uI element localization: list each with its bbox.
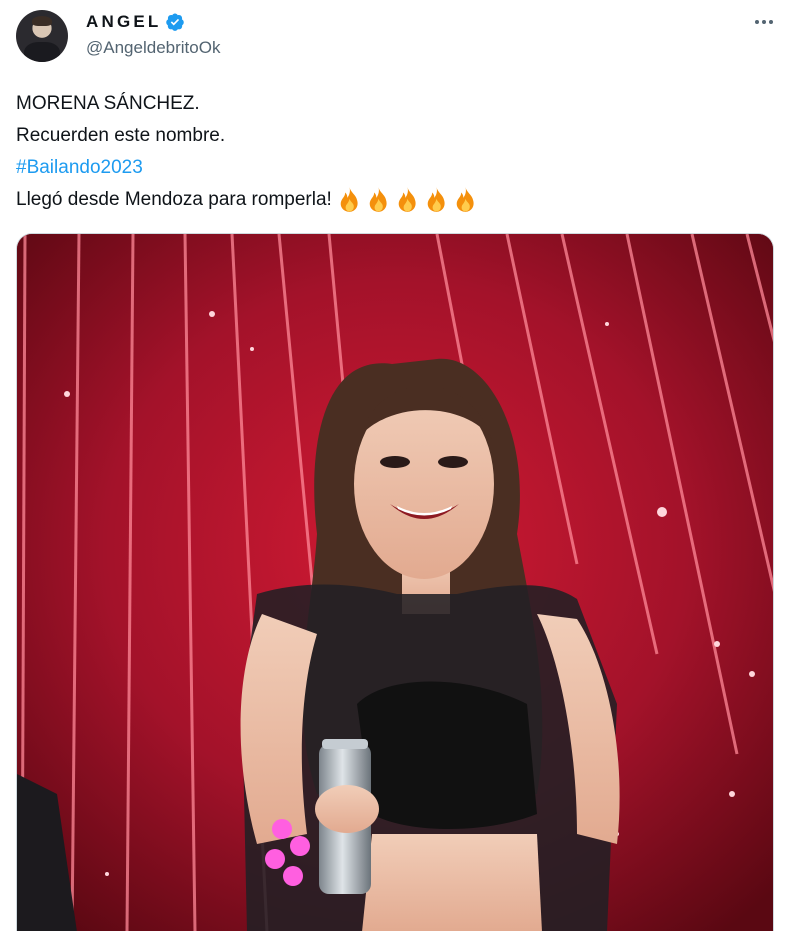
tweet-text: MORENA SÁNCHEZ. Recuerden este nombre. #…: [16, 88, 756, 216]
fire-icon: [427, 187, 445, 212]
fire-icon: [398, 187, 416, 212]
more-dot-icon: [762, 20, 766, 24]
hashtag-link[interactable]: #Bailando2023: [16, 152, 756, 184]
fire-icon: [340, 187, 358, 212]
avatar[interactable]: [16, 10, 68, 62]
tweet-photo[interactable]: [16, 233, 774, 931]
verified-badge-icon: [165, 13, 184, 31]
more-options-button[interactable]: [750, 12, 778, 32]
photo-scene: [17, 234, 773, 931]
tweet-line-with-emoji: Llegó desde Mendoza para romperla!: [16, 184, 756, 216]
more-dot-icon: [755, 20, 759, 24]
more-dot-icon: [769, 20, 773, 24]
author-handle[interactable]: @AngeldebritoOk: [86, 38, 220, 58]
emoji-group: [336, 186, 479, 214]
tweet: ANGEL @AngeldebritoOk MORENA SÁNCHEZ. Re…: [0, 0, 790, 931]
fire-icon: [456, 187, 474, 212]
tweet-line: Recuerden este nombre.: [16, 125, 226, 146]
fire-icon: [369, 187, 387, 212]
author-name-row[interactable]: ANGEL: [86, 11, 185, 33]
author-display-name[interactable]: ANGEL: [86, 12, 162, 32]
tweet-line: Llegó desde Mendoza para romperla!: [16, 189, 332, 210]
tweet-line: MORENA SÁNCHEZ.: [16, 93, 200, 114]
